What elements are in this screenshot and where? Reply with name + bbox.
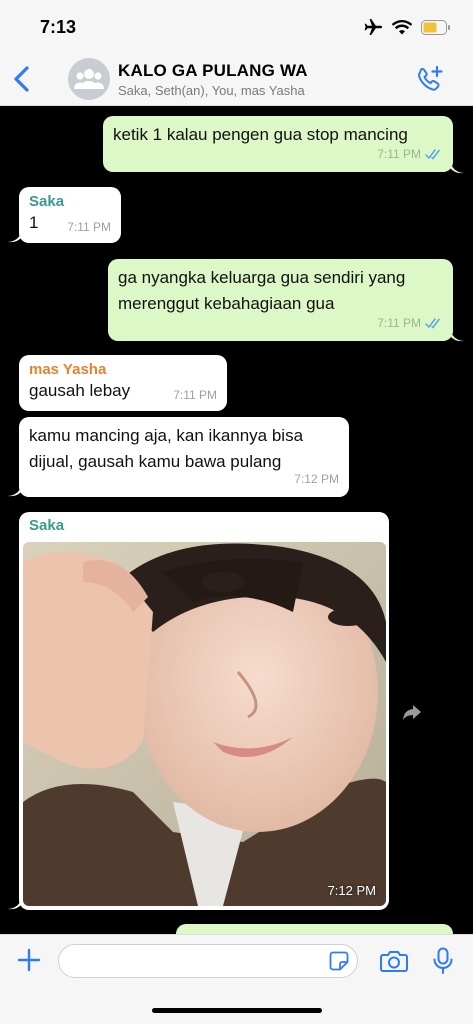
bubble-tail bbox=[8, 229, 22, 243]
bubble-tail bbox=[450, 328, 464, 342]
status-time: 7:13 bbox=[40, 17, 77, 37]
sender-name[interactable]: Saka bbox=[29, 192, 111, 212]
message-time: 7:11 PM bbox=[377, 147, 421, 161]
message-time: 7:12 PM bbox=[294, 472, 339, 486]
battery-icon bbox=[421, 19, 450, 35]
message-incoming[interactable]: mas Yasha gausah lebay 7:11 PM bbox=[19, 355, 227, 411]
message-time: 7:11 PM bbox=[67, 220, 111, 234]
sticker-icon[interactable] bbox=[329, 951, 349, 971]
message-outgoing[interactable]: ga nyangka keluarga gua sendiri yang mer… bbox=[108, 259, 453, 341]
message-outgoing-partial[interactable] bbox=[176, 924, 453, 934]
status-bar: 7:13 bbox=[0, 0, 473, 52]
message-text-line: dijual, gausah kamu bawa pulang bbox=[29, 452, 282, 471]
message-text-line: ga nyangka keluarga gua sendiri yang bbox=[118, 268, 406, 287]
camera-icon[interactable] bbox=[380, 948, 408, 974]
chat-participants[interactable]: Saka, Seth(an), You, mas Yasha bbox=[118, 83, 305, 98]
back-chevron-icon[interactable] bbox=[10, 64, 36, 94]
message-incoming[interactable]: kamu mancing aja, kan ikannya bisa dijua… bbox=[19, 417, 349, 497]
group-avatar[interactable] bbox=[68, 58, 110, 100]
double-check-icon bbox=[425, 317, 440, 329]
photo-attachment[interactable]: 7:12 PM bbox=[23, 542, 386, 906]
chat-area[interactable]: ketik 1 kalau pengen gua stop mancing 7:… bbox=[0, 106, 473, 934]
message-meta: 7:11 PM bbox=[377, 310, 443, 336]
bubble-tail bbox=[8, 483, 22, 497]
sender-name[interactable]: mas Yasha bbox=[29, 360, 217, 380]
sender-name[interactable]: Saka bbox=[29, 516, 379, 536]
message-outgoing[interactable]: ketik 1 kalau pengen gua stop mancing 7:… bbox=[103, 116, 453, 172]
message-meta: 7:12 PM bbox=[294, 466, 339, 492]
plus-icon[interactable] bbox=[16, 947, 42, 973]
message-meta: 7:11 PM bbox=[173, 384, 217, 406]
bubble-tail bbox=[450, 160, 464, 174]
chat-title[interactable]: KALO GA PULANG WA bbox=[118, 61, 308, 81]
forward-icon[interactable] bbox=[400, 700, 424, 724]
status-icons bbox=[363, 18, 451, 36]
double-check-icon bbox=[425, 148, 440, 160]
message-meta: 7:11 PM bbox=[67, 216, 111, 238]
airplane-icon bbox=[364, 19, 382, 35]
message-incoming[interactable]: Saka 1 7:11 PM bbox=[19, 187, 121, 243]
message-meta: 7:11 PM bbox=[377, 141, 443, 167]
group-icon bbox=[74, 69, 104, 89]
message-time: 7:11 PM bbox=[377, 316, 421, 330]
chat-header: KALO GA PULANG WA Saka, Seth(an), You, m… bbox=[0, 52, 473, 106]
message-text-line: kamu mancing aja, kan ikannya bisa bbox=[29, 426, 304, 445]
message-input[interactable] bbox=[58, 944, 358, 978]
selfie-photo bbox=[23, 542, 386, 906]
add-call-icon[interactable] bbox=[415, 65, 445, 95]
home-indicator bbox=[152, 1008, 322, 1013]
photo-time: 7:12 PM bbox=[327, 883, 376, 898]
wifi-icon bbox=[392, 19, 412, 34]
bubble-tail bbox=[8, 896, 22, 910]
microphone-icon[interactable] bbox=[432, 947, 454, 975]
message-time: 7:11 PM bbox=[173, 388, 217, 402]
